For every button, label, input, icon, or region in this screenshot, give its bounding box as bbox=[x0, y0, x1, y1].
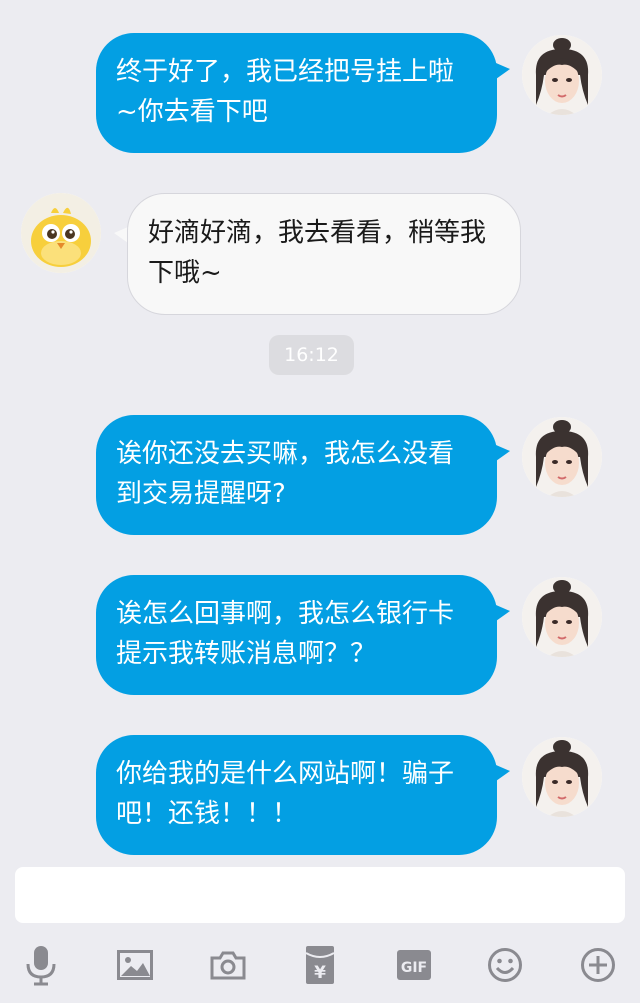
input-toolbar: ¥ GIF bbox=[0, 938, 640, 992]
girl-avatar[interactable] bbox=[522, 577, 602, 657]
emoji-icon[interactable] bbox=[482, 942, 528, 988]
message-row: 终于好了，我已经把号挂上啦~你去看下吧 bbox=[0, 33, 640, 153]
outgoing-message-bubble[interactable]: 你给我的是什么网站啊！骗子吧！还钱！！！ bbox=[96, 735, 497, 855]
girl-avatar[interactable] bbox=[522, 417, 602, 497]
outgoing-message-bubble[interactable]: 终于好了，我已经把号挂上啦~你去看下吧 bbox=[96, 33, 497, 153]
bubble-tail bbox=[496, 63, 510, 79]
message-text: 诶你还没去买嘛，我怎么没看到交易提醒呀? bbox=[116, 439, 455, 509]
message-text: 终于好了，我已经把号挂上啦~你去看下吧 bbox=[116, 57, 455, 127]
yellow-bird-avatar[interactable] bbox=[21, 193, 101, 273]
message-row: 诶你还没去买嘛，我怎么没看到交易提醒呀? bbox=[0, 415, 640, 535]
bubble-tail bbox=[496, 765, 510, 781]
outgoing-message-bubble[interactable]: 诶你还没去买嘛，我怎么没看到交易提醒呀? bbox=[96, 415, 497, 535]
chat-area[interactable]: 终于好了，我已经把号挂上啦~你去看下吧 好滴好滴，我去看看，稍等我下哦~ 16:… bbox=[0, 0, 640, 860]
outgoing-message-bubble[interactable]: 诶怎么回事啊，我怎么银行卡提示我转账消息啊？？ bbox=[96, 575, 497, 695]
yuan-symbol: ¥ bbox=[314, 963, 326, 983]
message-text: 好滴好滴，我去看看，稍等我下哦~ bbox=[148, 218, 487, 288]
gif-icon[interactable]: GIF bbox=[391, 942, 437, 988]
red-packet-icon[interactable]: ¥ bbox=[297, 942, 343, 988]
plus-icon[interactable] bbox=[575, 942, 621, 988]
message-text: 你给我的是什么网站啊！骗子吧！还钱！！！ bbox=[116, 759, 455, 829]
message-row: 好滴好滴，我去看看，稍等我下哦~ bbox=[0, 193, 640, 315]
bubble-tail bbox=[496, 605, 510, 621]
girl-avatar[interactable] bbox=[522, 35, 602, 115]
girl-avatar[interactable] bbox=[522, 737, 602, 817]
gif-label: GIF bbox=[401, 960, 427, 976]
message-input[interactable] bbox=[15, 867, 625, 923]
incoming-message-bubble[interactable]: 好滴好滴，我去看看，稍等我下哦~ bbox=[127, 193, 521, 315]
bubble-tail bbox=[114, 227, 128, 243]
microphone-icon[interactable] bbox=[18, 942, 64, 988]
message-row: 诶怎么回事啊，我怎么银行卡提示我转账消息啊？？ bbox=[0, 575, 640, 695]
timestamp-badge: 16:12 bbox=[269, 335, 354, 375]
bubble-tail bbox=[496, 445, 510, 461]
message-text: 诶怎么回事啊，我怎么银行卡提示我转账消息啊？？ bbox=[116, 599, 455, 669]
image-icon[interactable] bbox=[112, 942, 158, 988]
message-row: 你给我的是什么网站啊！骗子吧！还钱！！！ bbox=[0, 735, 640, 855]
camera-icon[interactable] bbox=[205, 942, 251, 988]
